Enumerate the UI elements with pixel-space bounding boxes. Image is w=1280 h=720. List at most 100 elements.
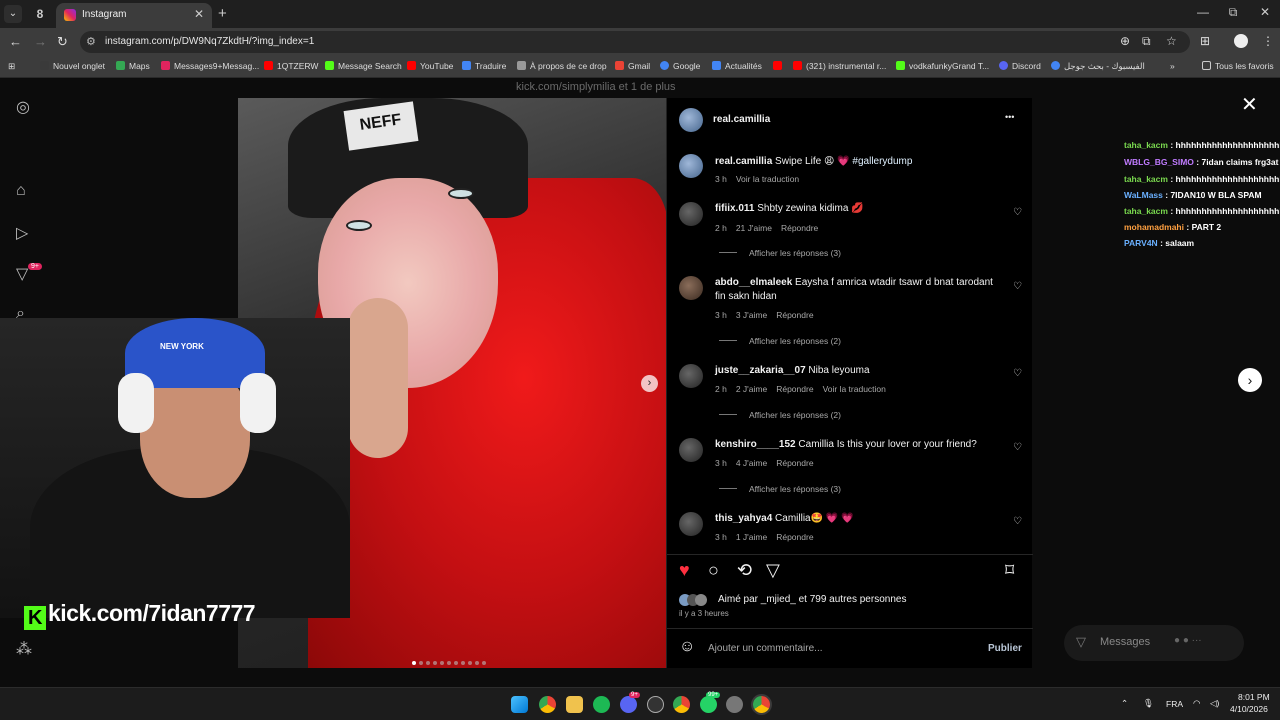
clock-date[interactable]: 4/10/2026 [1230,704,1268,714]
author-avatar[interactable] [679,108,703,132]
bookmark-item[interactable]: Google [660,61,700,71]
apps-grid-icon[interactable]: ⊞ [8,61,15,72]
view-replies-link[interactable]: Afficher les réponses (2) [719,336,841,346]
browser-menu-icon[interactable]: ⋮ [1262,34,1274,48]
translate-link[interactable]: Voir la traduction [736,174,799,184]
like-heart-icon[interactable]: ♥ [679,560,690,581]
bookmark-item[interactable]: Maps [116,61,150,71]
url-field[interactable]: ⚙ instagram.com/p/DW9Nq7ZkdtH/?img_index… [80,31,1190,53]
tray-overflow-icon[interactable]: ⌃ [1121,698,1128,709]
tab-title: Instagram [82,9,127,20]
install-app-icon[interactable]: ⧉ [1142,34,1151,49]
direct-icon[interactable]: ▽ [16,264,28,284]
streamer-webcam: NEW YORK [0,318,350,618]
reels-icon[interactable]: ▷ [16,223,28,243]
comment-avatar[interactable] [679,438,703,462]
bookmark-item[interactable]: 1QTZERW [264,61,318,71]
settings-icon[interactable] [726,696,743,713]
comment-like-icon[interactable]: ♡ [1013,442,1022,453]
spotify-icon[interactable] [593,696,610,713]
bookmark-item[interactable]: (321) instrumental r... [793,61,886,71]
close-window-button[interactable]: ✕ [1250,5,1280,19]
bookmark-item[interactable]: YouTube [407,61,453,71]
bookmark-item[interactable]: Discord [999,61,1041,71]
carousel-dots [412,652,489,670]
chrome-icon[interactable] [539,696,556,713]
tab-instagram[interactable]: Instagram ✕ [56,3,212,28]
comment-like-icon[interactable]: ♡ [1013,516,1022,527]
bookmark-item[interactable]: الفيسبوك - بحث جوجل [1051,61,1145,72]
view-replies-link[interactable]: Afficher les réponses (2) [719,410,841,420]
minimize-button[interactable]: — [1188,5,1218,19]
clock-time[interactable]: 8:01 PM [1238,692,1270,702]
new-tab-button[interactable]: + [218,5,227,22]
close-post-icon[interactable]: ✕ [1241,92,1258,117]
bookmark-item[interactable]: vodkafunkyGrand T... [896,61,989,71]
chrome-active-icon[interactable] [753,696,770,713]
bookmark-item[interactable]: Message Search [325,61,402,71]
reload-icon[interactable]: ↻ [57,34,68,50]
instagram-logo-icon[interactable]: ◎ [16,97,30,117]
comment-icon[interactable]: ○ [708,560,719,581]
comment-input[interactable]: Ajouter un commentaire... [708,643,823,654]
chrome-profile-icon[interactable] [673,696,690,713]
messages-label: Messages [1100,636,1151,648]
next-post-button[interactable]: › [1238,368,1262,392]
forward-icon[interactable]: → [34,34,47,49]
messages-icon: ▽ [1076,634,1086,649]
chat-message: WaLMass : 7IDAN10 W BLA SPAM [1124,190,1262,200]
back-icon[interactable]: ← [9,34,22,49]
profile-avatar-icon[interactable] [1234,34,1248,48]
tab-close-icon[interactable]: ✕ [194,7,204,21]
author-username[interactable]: real.camillia [713,114,770,125]
more-menu-icon[interactable]: ⁂ [16,639,32,659]
zoom-icon[interactable]: ⊕ [1120,34,1130,48]
comment-avatar[interactable] [679,364,703,388]
comment-avatar[interactable] [679,276,703,300]
comment-avatar[interactable] [679,512,703,536]
language-indicator[interactable]: FRA [1166,699,1183,709]
next-photo-button[interactable]: › [641,375,658,392]
wifi-icon[interactable]: ◠ [1193,698,1200,709]
view-replies-link[interactable]: Afficher les réponses (3) [719,484,841,494]
caption-avatar[interactable] [679,154,703,178]
comment-like-icon[interactable]: ♡ [1013,281,1022,292]
maximize-button[interactable]: ⧉ [1218,5,1248,20]
share-icon[interactable]: ▽ [766,560,780,581]
home-icon[interactable]: ⌂ [16,182,26,200]
file-explorer-icon[interactable] [566,696,583,713]
bookmarks-overflow-icon[interactable]: » [1170,61,1175,71]
start-icon[interactable] [511,696,528,713]
site-info-icon[interactable]: ⚙ [86,35,96,48]
tab-search-button[interactable]: ⌄ [4,5,22,23]
whatsapp-icon[interactable] [700,696,717,713]
view-replies-link[interactable]: Afficher les réponses (3) [719,248,841,258]
emoji-icon[interactable]: ☺ [679,638,695,656]
tab-inactive[interactable]: 8 [30,4,50,24]
bookmark-star-icon[interactable]: ☆ [1166,34,1177,48]
bookmark-item[interactable] [773,61,786,71]
bookmark-item[interactable]: Traduire [462,61,506,71]
liked-by-text[interactable]: Aimé par _mjied_ et 799 autres personnes [718,594,906,605]
bookmark-item[interactable]: Nouvel onglet [40,61,105,71]
discord-icon[interactable] [620,696,637,713]
all-bookmarks-folder[interactable]: Tous les favoris [1202,61,1274,71]
save-bookmark-icon[interactable]: ⌑ [1005,560,1014,581]
bookmark-item[interactable]: Messages9+Messag... [161,61,259,71]
comment-meta: 3 h1 J'aime Répondre [715,532,814,542]
obs-icon[interactable] [647,696,664,713]
bookmark-item[interactable]: Actualités [712,61,762,71]
messages-button[interactable]: ▽ Messages ● ● ··· [1064,625,1244,661]
bookmark-item[interactable]: Gmail [615,61,650,71]
volume-icon[interactable]: ◁) [1210,698,1219,709]
comment-like-icon[interactable]: ♡ [1013,368,1022,379]
bookmark-item[interactable]: À propos de ce drop [517,61,607,71]
publish-button[interactable]: Publier [988,643,1022,654]
more-options-icon[interactable]: ••• [1005,112,1014,122]
windows-taskbar: 9+ 99+ ⌃ 🎙 FRA ◠ ◁) 8:01 PM 4/10/2026 [0,687,1280,720]
comment-like-icon[interactable]: ♡ [1013,207,1022,218]
microphone-icon[interactable]: 🎙 [1143,698,1154,709]
comment-avatar[interactable] [679,202,703,226]
repost-icon[interactable]: ⟲ [737,560,752,581]
extensions-icon[interactable]: ⊞ [1200,34,1210,48]
